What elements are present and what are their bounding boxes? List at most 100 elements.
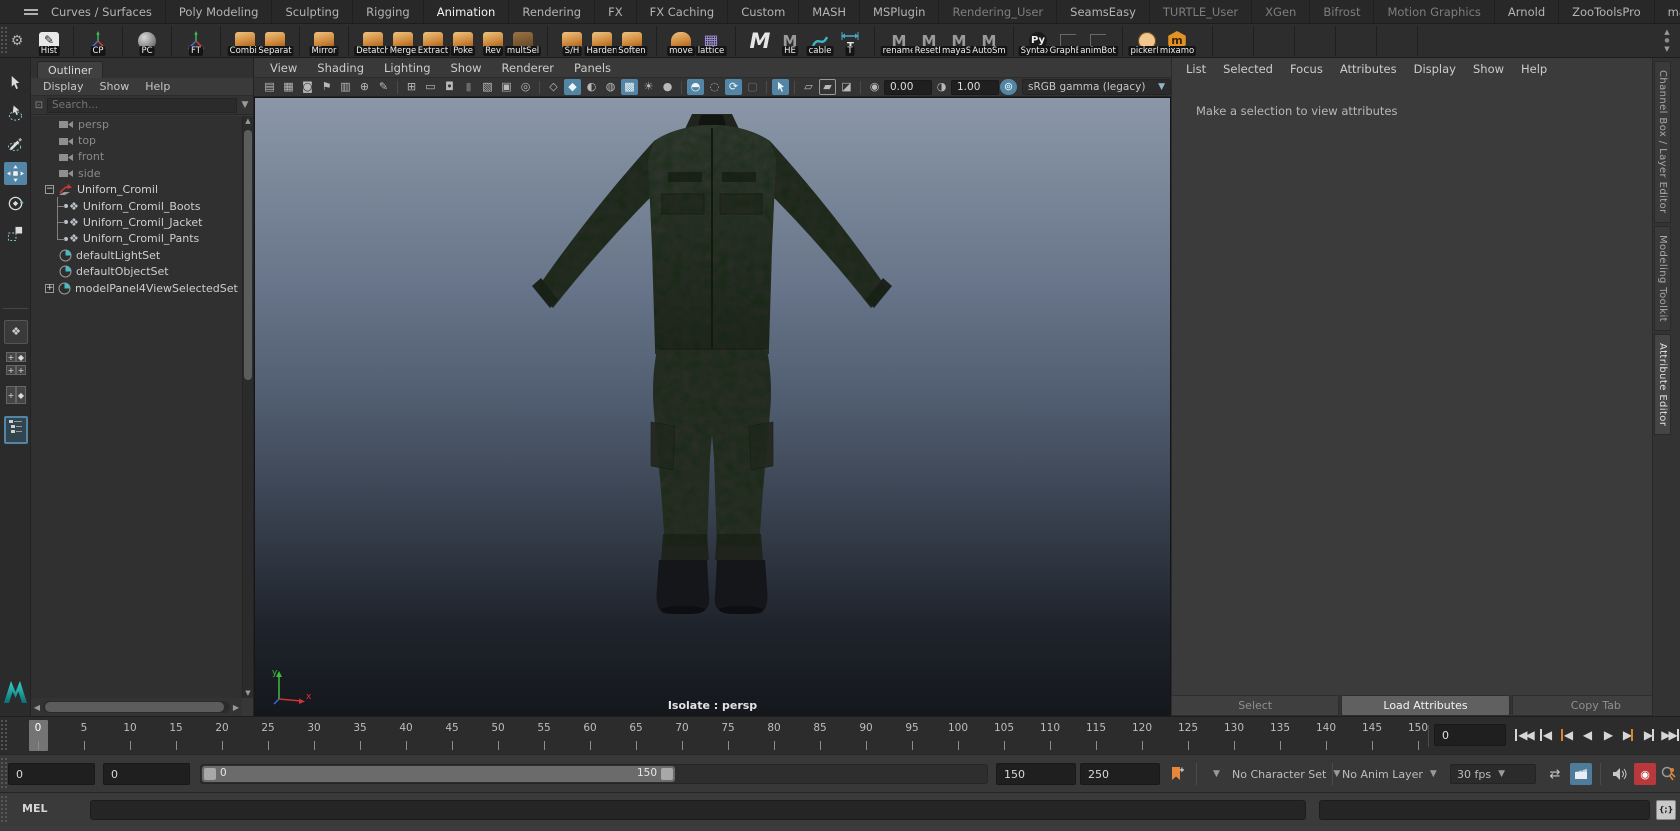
move-tool[interactable] bbox=[4, 162, 27, 185]
outliner-item-persp[interactable]: persp bbox=[31, 116, 242, 132]
field-chart-icon[interactable]: ▧ bbox=[479, 79, 496, 95]
shelf-tab-curves-surfaces[interactable]: Curves / Surfaces bbox=[38, 0, 166, 23]
shelf-tab-rigging[interactable]: Rigging bbox=[353, 0, 424, 23]
image-plane-icon[interactable]: ▥ bbox=[337, 79, 354, 95]
attribute-editor-menu-attributes[interactable]: Attributes bbox=[1340, 62, 1397, 76]
scale-tool[interactable] bbox=[4, 222, 27, 245]
shelf-button-separat[interactable]: Separat bbox=[260, 25, 290, 57]
playback-end-field[interactable] bbox=[996, 763, 1076, 785]
film-gate-icon[interactable]: ▭ bbox=[422, 79, 439, 95]
filter-icon[interactable]: ⊡ bbox=[31, 100, 47, 111]
pan-zoom-icon[interactable]: ⊕ bbox=[356, 79, 373, 95]
grid-icon[interactable]: ⊞ bbox=[403, 79, 420, 95]
shelf-tab-sculpting[interactable]: Sculpting bbox=[272, 0, 353, 23]
outliner-item-defaultlightset[interactable]: defaultLightSet bbox=[31, 247, 242, 263]
scroll-up-icon[interactable]: ▲ bbox=[243, 117, 253, 125]
playblast-options-icon[interactable] bbox=[1570, 763, 1592, 785]
shelf-button-rename[interactable]: Mrename bbox=[884, 25, 914, 57]
use-default-material-icon[interactable]: ▩ bbox=[621, 79, 638, 95]
scrollbar-thumb[interactable] bbox=[244, 130, 252, 380]
current-frame-field[interactable] bbox=[1434, 724, 1506, 746]
shelf-grip[interactable] bbox=[0, 26, 7, 55]
anti-aliasing-icon[interactable]: ⟳ bbox=[725, 79, 742, 95]
shelf-tab-xgen[interactable]: XGen bbox=[1252, 0, 1310, 23]
search-input[interactable] bbox=[47, 98, 237, 113]
shelf-tab-custom[interactable]: Custom bbox=[728, 0, 799, 23]
select-button[interactable]: Select bbox=[1171, 695, 1339, 716]
shelf-tab-rendering[interactable]: Rendering bbox=[509, 0, 595, 23]
go-to-end-button[interactable]: ▶▶ bbox=[1661, 723, 1680, 747]
outliner-item-top[interactable]: top bbox=[31, 132, 242, 148]
textured-icon[interactable]: ◍ bbox=[602, 79, 619, 95]
range-slider[interactable]: 0 150 bbox=[200, 764, 988, 784]
shelf-tab-fx[interactable]: FX bbox=[595, 0, 637, 23]
playback-start-field[interactable] bbox=[103, 763, 190, 785]
shelf-tab-malcolm341-mega-pack[interactable]: malcolm341_mega_pack bbox=[1655, 0, 1680, 23]
shelf-button-soften[interactable]: Soften bbox=[617, 25, 647, 57]
viewport-menu-renderer[interactable]: Renderer bbox=[502, 61, 555, 75]
attribute-editor-menu-selected[interactable]: Selected bbox=[1223, 62, 1273, 76]
colorspace-dropdown[interactable]: sRGB gamma (legacy)▼ bbox=[1022, 79, 1171, 95]
outliner-item-defaultobjectset[interactable]: defaultObjectSet bbox=[31, 264, 242, 280]
scroll-right-icon[interactable]: ▶ bbox=[230, 703, 242, 712]
dock-tab-channel-box-layer-editor[interactable]: Channel Box / Layer Editor bbox=[1654, 61, 1671, 223]
safe-action-icon[interactable]: ▣ bbox=[498, 79, 515, 95]
four-pane-layout[interactable]: +◆++ bbox=[4, 352, 28, 378]
outliner-item-uniforn-cromil[interactable]: −Uniforn_Cromil bbox=[31, 182, 242, 198]
shelf-button-pc[interactable]: PC bbox=[132, 25, 162, 57]
grease-pencil-icon[interactable]: ✎ bbox=[375, 79, 392, 95]
character-set-dropdown[interactable]: No Character Set▼ bbox=[1232, 764, 1342, 784]
timeline-grip[interactable] bbox=[0, 719, 7, 752]
shelf-button-extract[interactable]: Extract bbox=[418, 25, 448, 57]
depth-of-field-icon[interactable]: ▢ bbox=[744, 79, 761, 95]
time-slider[interactable]: 0510152025303540455055606570758085909510… bbox=[8, 717, 1430, 755]
playback-loop-icon[interactable]: ⇄ bbox=[1544, 763, 1566, 785]
shelf-tab-seamseasy[interactable]: SeamsEasy bbox=[1057, 0, 1150, 23]
safe-title-icon[interactable]: ◎ bbox=[517, 79, 534, 95]
animation-start-field[interactable] bbox=[8, 763, 95, 785]
color-management-icon[interactable]: ⊚ bbox=[1000, 79, 1017, 95]
range-end-handle[interactable] bbox=[661, 768, 673, 780]
single-pane-layout[interactable]: ❖ bbox=[4, 320, 28, 344]
exposure-icon[interactable]: ◉ bbox=[866, 79, 883, 95]
range-slider-bar[interactable]: 0 150 bbox=[202, 766, 675, 782]
shelf-button-cp[interactable]: CP bbox=[83, 25, 113, 57]
shelf-tab-rendering-user[interactable]: Rendering_User bbox=[939, 0, 1057, 23]
shelf-button-multsel[interactable]: multSel bbox=[508, 25, 538, 57]
fps-dropdown[interactable]: 30 fps▼ bbox=[1450, 764, 1536, 784]
wireframe-icon[interactable]: ◇ bbox=[545, 79, 562, 95]
shelf-button-cable[interactable]: cable bbox=[805, 25, 835, 57]
outliner-persp-layout[interactable] bbox=[4, 416, 28, 444]
motion-blur-icon[interactable]: ◌ bbox=[706, 79, 723, 95]
bookmark-frame-icon[interactable]: ▰ bbox=[819, 79, 836, 95]
outliner-horizontal-scrollbar[interactable]: ◀ ▶ bbox=[31, 698, 242, 716]
lights-icon[interactable]: ☀ bbox=[640, 79, 657, 95]
snapshot-icon[interactable]: ▱ bbox=[800, 79, 817, 95]
select-tool[interactable] bbox=[4, 72, 27, 95]
attribute-editor-menu-display[interactable]: Display bbox=[1414, 62, 1456, 76]
ssao-icon[interactable]: ◓ bbox=[687, 79, 704, 95]
bookmark-icon[interactable]: ⚑ bbox=[318, 79, 335, 95]
shelf-tab-poly-modeling[interactable]: Poly Modeling bbox=[166, 0, 273, 23]
command-language-toggle[interactable]: MEL bbox=[22, 802, 47, 815]
rotate-tool[interactable] bbox=[4, 192, 27, 215]
outliner-menu-show[interactable]: Show bbox=[100, 80, 130, 93]
viewport-menu-view[interactable]: View bbox=[270, 61, 297, 75]
step-back-frame-button[interactable]: ◀ bbox=[1535, 723, 1554, 747]
shelf-button-t[interactable]: TT bbox=[835, 25, 865, 57]
shelf-tab-arnold[interactable]: Arnold bbox=[1495, 0, 1559, 23]
shelf-tab-fx-caching[interactable]: FX Caching bbox=[637, 0, 729, 23]
bookmark-add-icon[interactable]: + bbox=[1166, 763, 1188, 785]
paint-select-tool[interactable] bbox=[4, 132, 27, 155]
gate-mask-icon[interactable]: ▮ bbox=[460, 79, 477, 95]
scroll-down-icon[interactable]: ▼ bbox=[243, 689, 253, 697]
outliner-tab[interactable]: Outliner bbox=[37, 61, 103, 78]
shelf-button-mirror[interactable]: Mirror bbox=[309, 25, 339, 57]
bookmark-menu-caret-icon[interactable]: ▼ bbox=[1206, 764, 1220, 784]
outliner-item-uniforn-cromil-pants[interactable]: ❖Uniforn_Cromil_Pants bbox=[31, 231, 242, 247]
evaluation-toggle-icon[interactable]: ◉ bbox=[1634, 763, 1656, 785]
exposure-field[interactable] bbox=[884, 80, 932, 95]
shelf-button-detatch[interactable]: Detatch bbox=[358, 25, 388, 57]
shadows-icon[interactable]: ● bbox=[659, 79, 676, 95]
outliner-vertical-scrollbar[interactable]: ▲ ▼ bbox=[242, 116, 253, 698]
